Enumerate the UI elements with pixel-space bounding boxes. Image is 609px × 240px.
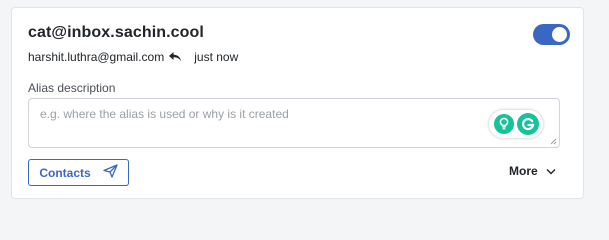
grammarly-icon[interactable]	[516, 113, 539, 135]
alias-enabled-toggle[interactable]	[533, 24, 570, 45]
alias-card: cat@inbox.sachin.cool harshit.luthra@gma…	[11, 7, 584, 199]
last-activity-time: just now	[194, 50, 239, 64]
more-button[interactable]: More	[509, 164, 556, 178]
more-label: More	[509, 164, 538, 178]
send-icon	[103, 164, 118, 181]
chevron-down-icon	[546, 164, 556, 178]
contacts-label: Contacts	[39, 165, 91, 180]
contacts-button[interactable]: Contacts	[28, 159, 129, 186]
alias-email: cat@inbox.sachin.cool	[28, 24, 204, 41]
description-input[interactable]	[29, 99, 559, 147]
toggle-knob	[552, 27, 567, 42]
mailbox-email: harshit.luthra@gmail.com	[28, 50, 165, 64]
lightbulb-icon[interactable]	[493, 114, 514, 134]
alias-meta: harshit.luthra@gmail.com just now	[28, 50, 238, 64]
grammarly-widget[interactable]	[489, 110, 543, 138]
description-label: Alias description	[28, 81, 116, 95]
description-field	[28, 98, 560, 148]
reply-icon	[167, 50, 183, 64]
resize-handle-icon[interactable]	[550, 138, 557, 145]
